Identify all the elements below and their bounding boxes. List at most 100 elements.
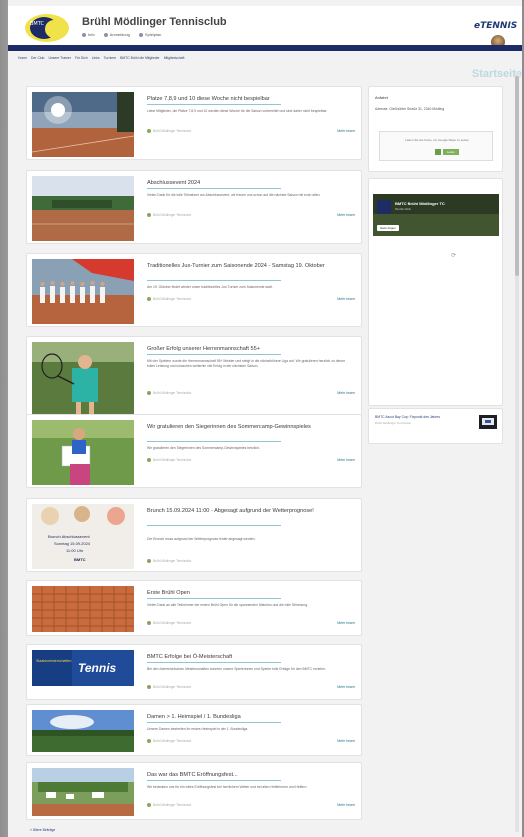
read-more-link[interactable]: Mehr lesen: [337, 458, 355, 462]
post-author: Brühl Mödlinger Tennisclub: [153, 621, 192, 625]
read-more-link[interactable]: Mehr lesen: [337, 803, 355, 807]
top-link-spielplan[interactable]: Spielplan: [138, 32, 162, 37]
top-links: Info Anmeldung Spielplan: [82, 32, 161, 37]
club-logo[interactable]: BMTC: [24, 13, 70, 43]
post-card: Tennis Staatsmeisterschaften BMTC Erfolg…: [26, 644, 362, 700]
nav-item-mitgliedschaft[interactable]: Mitgliedschaft: [164, 56, 185, 60]
post-excerpt: Bei den österreichischen Meisterschaften…: [147, 667, 326, 671]
title-underline: [147, 722, 281, 723]
read-more-link[interactable]: Mehr lesen: [337, 739, 355, 743]
nav-item-turniere[interactable]: Turniere: [104, 56, 117, 60]
author-icon: [147, 621, 151, 625]
read-more-link[interactable]: Mehr lesen: [337, 129, 355, 133]
post-excerpt: Vielen Dank für die tolle Teilnahme am A…: [147, 193, 321, 197]
post-image[interactable]: [32, 342, 134, 414]
author-icon: [147, 391, 151, 395]
post-excerpt: Unsere Damen bestreiten ihr erstes Heims…: [147, 727, 249, 731]
scrollbar-thumb[interactable]: [515, 76, 519, 276]
post-author: Brühl Mödlinger Tennisclub: [153, 559, 192, 563]
post-card: Wir gratulieren den Siegerinnen des Somm…: [26, 414, 362, 488]
title-underline: [147, 525, 281, 526]
post-author: Brühl Mödlinger Tennisclub: [153, 739, 192, 743]
top-link-label: Info: [88, 32, 95, 37]
top-link-anmeldung[interactable]: Anmeldung: [103, 32, 130, 37]
post-image[interactable]: Brunch Abschlussevent Sonntag 15.09.2024…: [32, 504, 134, 569]
post-meta: Brühl Mödlinger Tennisclub: [147, 129, 191, 133]
featured-title[interactable]: BMTC Ascot Bay Cup: Fixpunkt des Jahres: [375, 415, 475, 419]
post-title[interactable]: Das war das BMTC Eröffnungsfest...: [147, 771, 351, 779]
post-author: Brühl Mödlinger Tennisclub: [153, 458, 192, 462]
featured-meta: Brühl Mödlinger Tennisclub: [375, 421, 411, 425]
post-title[interactable]: Wir gratulieren den Siegerinnen des Somm…: [147, 423, 351, 431]
etennis-logo[interactable]: eTENNIS: [474, 21, 517, 31]
nav-item-der-club[interactable]: Der Club: [31, 56, 44, 60]
featured-widget: BMTC Ascot Bay Cup: Fixpunkt des Jahres …: [368, 408, 503, 444]
read-more-link[interactable]: Mehr lesen: [337, 391, 355, 395]
post-title[interactable]: Brunch 15.09.2024 11:00 - Abgesagt aufgr…: [147, 507, 351, 515]
post-image[interactable]: [32, 420, 134, 485]
title-underline: [147, 662, 281, 663]
map-toggle[interactable]: [435, 149, 441, 155]
author-icon: [147, 213, 151, 217]
title-underline: [147, 598, 281, 599]
brunch-date: Sonntag 15.09.2024: [54, 541, 91, 546]
map-load-button[interactable]: Laden: [443, 149, 459, 155]
post-author: Brühl Mödlinger Tennisclub: [153, 129, 192, 133]
author-icon: [147, 458, 151, 462]
post-title[interactable]: BMTC Erfolge bei Ö-Meisterschaft: [147, 653, 351, 661]
post-image[interactable]: Tennis Staatsmeisterschaften: [32, 650, 134, 686]
post-title[interactable]: Abschlussevent 2024: [147, 179, 351, 187]
post-card: Damen > 1. Heimspiel / 1. Bundesliga Uns…: [26, 704, 362, 756]
post-meta: Brühl Mödlinger Tennisclub: [147, 803, 191, 807]
post-meta: Brühl Mödlinger Tennisclub: [147, 458, 191, 462]
header: BMTC Brühl Mödlinger Tennisclub Info Anm…: [8, 6, 522, 49]
post-title[interactable]: Platze 7,8,9 und 10 diese Woche nicht be…: [147, 95, 351, 103]
read-more-link[interactable]: Mehr lesen: [337, 213, 355, 217]
title-underline: [147, 280, 281, 281]
site-title[interactable]: Brühl Mödlinger Tennisclub: [82, 16, 227, 28]
author-icon: [147, 685, 151, 689]
tennis-banner-text: Tennis: [78, 661, 117, 675]
nav-item-trainer[interactable]: Unsere Trainer: [48, 56, 70, 60]
title-underline: [147, 188, 281, 189]
nav-item-links[interactable]: Links: [92, 56, 100, 60]
nav-item-mitglieder[interactable]: BMTC Brühl die Mitglieder: [120, 56, 160, 60]
post-image[interactable]: [32, 92, 134, 157]
post-excerpt: Vielen Dank an alle Teilnehmer der erste…: [147, 603, 309, 607]
read-more-link[interactable]: Mehr lesen: [337, 297, 355, 301]
older-posts-link[interactable]: « Ältere Beiträge: [30, 828, 55, 832]
post-card: Abschlussevent 2024 Vielen Dank für die …: [26, 170, 362, 244]
top-link-label: Spielplan: [144, 32, 162, 37]
post-excerpt: Wir bedanken uns für ein tolles Eröffnun…: [147, 785, 308, 789]
post-image[interactable]: [32, 710, 134, 752]
facebook-follow-button[interactable]: Seite folgen: [377, 225, 399, 231]
title-underline: [147, 354, 281, 355]
title-underline: [147, 104, 281, 105]
featured-image[interactable]: [479, 415, 497, 429]
post-image[interactable]: [32, 768, 134, 816]
post-image[interactable]: [32, 176, 134, 241]
post-title[interactable]: Traditionelles Jux-Turnier zum Saisonend…: [147, 262, 351, 270]
read-more-link[interactable]: Mehr lesen: [337, 685, 355, 689]
post-title[interactable]: Damen > 1. Heimspiel / 1. Bundesliga: [147, 713, 351, 721]
read-more-link[interactable]: Mehr lesen: [337, 621, 355, 625]
title-underline: [147, 780, 281, 781]
nav-item-fuer-dich[interactable]: Für Dich: [75, 56, 88, 60]
post-title[interactable]: Erste Brühl Open: [147, 589, 351, 597]
address-widget: Anfahrt Adresse: Gießhübler Straße 31, 2…: [368, 86, 503, 172]
post-card: Platze 7,8,9 und 10 diese Woche nicht be…: [26, 86, 362, 160]
user-icon: [103, 32, 108, 37]
post-title[interactable]: Großer Erfolg unserer Herrenmannschaft 5…: [147, 345, 351, 353]
post-author: Brühl Mödlinger Tennisclub: [153, 297, 192, 301]
post-image[interactable]: [32, 586, 134, 632]
top-link-label: Anmeldung: [109, 32, 130, 37]
facebook-page-title[interactable]: BMTC Brühl Mödlinger TC: [395, 201, 445, 206]
nav-item-home[interactable]: Home: [18, 56, 27, 60]
post-meta: Brühl Mödlinger Tennisclub: [147, 391, 191, 395]
post-image[interactable]: [32, 259, 134, 324]
post-card: Großer Erfolg unserer Herrenmannschaft 5…: [26, 336, 362, 424]
post-card: Das war das BMTC Eröffnungsfest... Wir b…: [26, 762, 362, 820]
post-meta: Brühl Mödlinger Tennisclub: [147, 739, 191, 743]
top-link-info[interactable]: Info: [82, 32, 95, 37]
post-excerpt: Wir gratulieren den Siegerinnen des Somm…: [147, 446, 260, 450]
